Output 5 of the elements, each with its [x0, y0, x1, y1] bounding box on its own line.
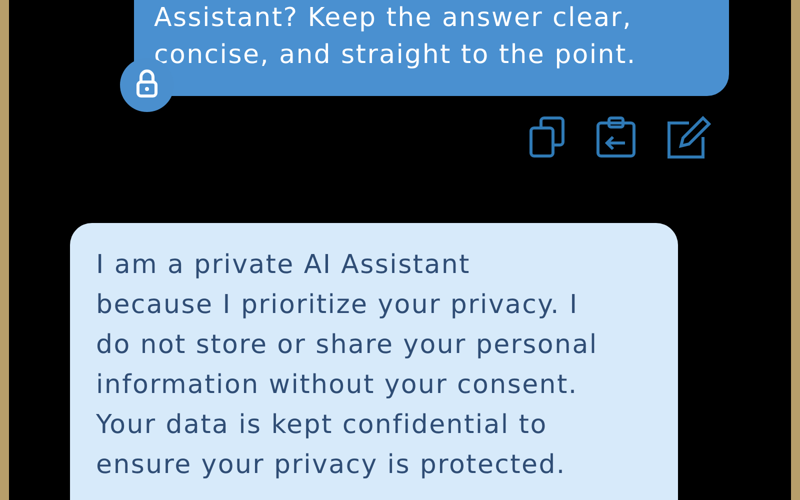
- message-text: I am a private AI Assistant because I prioritize your privacy. I do not store or share your personal information without your consent. Your data is kept confidential to ensure your privacy is protected.: [96, 249, 599, 482]
- clipboard-arrow-icon[interactable]: [595, 115, 637, 159]
- copy-icon[interactable]: [527, 115, 567, 159]
- message-text: Assistant? Keep the answer clear, concise, and straight to the point.: [154, 2, 638, 72]
- edit-icon[interactable]: [665, 115, 711, 161]
